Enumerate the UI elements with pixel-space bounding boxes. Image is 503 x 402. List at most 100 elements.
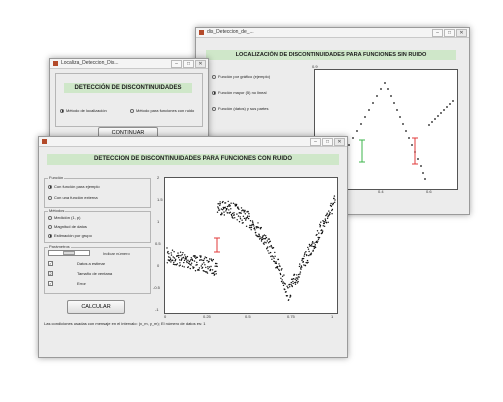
scatter-point [201,266,204,269]
scatter-point [299,273,301,275]
scatter-point [331,213,333,215]
title-bar[interactable]: dis_Deteccion_de_... – □ ✕ [196,28,469,38]
scatter-point [244,213,246,215]
scatter-point [219,204,221,207]
title-bar[interactable]: – □ ✕ [39,137,347,147]
scatter-point [251,220,254,222]
minimize-button[interactable]: – [171,60,182,68]
scatter-point [217,206,219,208]
radio-method-3[interactable]: Estimación por grupo [48,233,92,238]
scatter-point [316,241,318,244]
option-1[interactable]: Función por gráfico (ejemplo) [212,74,270,79]
scatter-point [288,299,290,301]
scatter-point [240,212,242,215]
scatter-point [300,268,302,270]
close-button[interactable]: ✕ [334,138,345,146]
scatter-point [302,257,305,260]
scatter-point [266,240,268,242]
scatter-point [228,209,230,211]
scatter-point [175,258,177,260]
option-3[interactable]: Función (datos) y sus partes [212,106,268,111]
scatter-point [196,264,198,266]
scatter-point [200,255,202,257]
scatter-point [285,291,287,293]
radio-external-function[interactable]: Con una función externa [48,195,98,200]
close-button[interactable]: ✕ [456,29,467,37]
x-tick: 0.5 [245,314,251,319]
stepper-label: Indicar número [103,251,130,256]
scatter-point [246,215,249,217]
radio-localizacion[interactable]: Método de localización [60,108,107,113]
scatter-point [329,211,331,214]
option-2[interactable]: Función mayor (5) no lineal [212,90,266,95]
scatter-point [318,232,320,234]
param-row-1[interactable]: ✓ Datos a estimar [48,261,105,266]
scatter-point [256,235,258,238]
param-box[interactable]: ✓ [48,261,53,266]
scatter-point [219,203,222,205]
close-button[interactable]: ✕ [195,60,206,68]
param-row-3[interactable]: ✓ Error [48,281,86,286]
scatter-point [260,237,262,239]
scatter-point [209,258,211,260]
scatter-point [216,265,218,268]
maximize-button[interactable]: □ [322,138,333,146]
scatter-point [215,270,217,272]
scatter-point [189,260,191,263]
radio-icon [212,106,216,111]
radio-ruido[interactable]: Método para funciones con ruido [130,108,194,113]
scatter-point [190,257,192,259]
maximize-button[interactable]: □ [444,29,455,37]
minimize-button[interactable]: – [432,29,443,37]
stepper-slider[interactable] [48,250,90,256]
param-label: Tamaño de ventana [77,271,113,276]
option-label: Función por gráfico (ejemplo) [218,74,271,79]
scatter-point [291,285,293,288]
param-box[interactable]: 2 [48,271,53,276]
scatter-point [167,256,170,258]
slider-thumb[interactable] [63,251,75,255]
scatter-point [319,224,322,227]
scatter-point [311,242,313,244]
radio-icon [212,90,216,95]
scatter-point [295,281,297,283]
window-mid[interactable]: Localiza_Deteccion_Dis... – □ ✕ DETECCIÓ… [49,58,209,144]
radio-method-1[interactable]: Medición (1, p) [48,215,80,220]
scatter-point [170,254,173,256]
param-box[interactable]: ✓ [48,281,53,286]
scatter-point [258,234,260,236]
x-tick: 1 [331,314,334,319]
title-bar[interactable]: Localiza_Deteccion_Dis... – □ ✕ [50,59,208,69]
scatter-point [278,263,280,265]
radio-method-2[interactable]: Magnitud de datos [48,224,87,229]
window-front[interactable]: – □ ✕ DETECCION DE DISCONTINUIDADES PARA… [38,136,348,358]
scatter-point [179,251,182,253]
scatter-point [314,245,316,247]
scatter-point [227,200,229,203]
minimize-button[interactable]: – [310,138,321,146]
scatter-point [284,283,286,285]
param-row-2[interactable]: 2 Tamaño de ventana [48,271,112,276]
scatter-point [270,255,272,258]
scatter-point [245,225,248,227]
scatter-point [280,277,282,279]
maximize-button[interactable]: □ [183,60,194,68]
scatter-point [187,266,190,268]
group-title: Función [48,175,65,180]
scatter-point [328,210,330,212]
scatter-point [202,259,205,262]
scatter-point [172,259,174,261]
scatter-point [282,282,284,284]
radio-label: Con una función externa [54,195,98,200]
scatter-point [286,295,289,297]
discontinuity-marker-icon [214,237,220,253]
y-tick: 0.5 [155,241,161,246]
app-icon [199,30,204,35]
scatter-point [211,260,213,262]
scatter-point [317,238,320,240]
scatter-point [269,251,272,254]
scatter-point [282,284,285,287]
radio-example-function[interactable]: Con función para ejemplo [48,184,100,189]
calculate-button[interactable]: CALCULAR [67,300,125,314]
scatter-point [173,261,175,264]
